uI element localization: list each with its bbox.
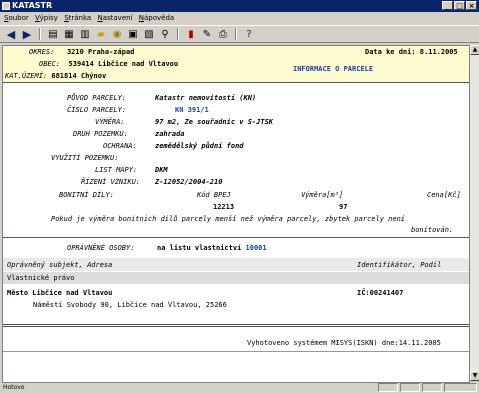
divider-bottom-2 <box>3 326 469 327</box>
bonity-col-cena: Cena[Kč] <box>427 191 461 199</box>
document-title: INFORMACE O PARCELE <box>293 65 374 73</box>
back-arrow-icon[interactable]: ◀ <box>4 27 18 41</box>
bonity-bpej-value: 12213 <box>213 203 235 211</box>
database-icon[interactable]: ◉ <box>110 27 124 41</box>
cislo-label: ČÍSLO PARCELY: <box>67 106 127 114</box>
bonity-note: Pokud je výměra bonitních dílů parcely m… <box>51 215 406 223</box>
forward-arrow-icon[interactable]: ▶ <box>20 27 34 41</box>
okres-label: OKRES: <box>29 48 55 56</box>
obec-value: 539414 Libčice nad Vltavou <box>68 60 179 68</box>
page-icon[interactable]: ▤ <box>46 27 60 41</box>
date-label: Data ke dni: <box>365 48 416 56</box>
minimize-button[interactable]: _ <box>442 1 453 10</box>
menu-stranka[interactable]: Stránka <box>64 12 91 24</box>
help-icon[interactable]: ? <box>242 27 256 41</box>
find-icon[interactable]: ⚲ <box>158 27 172 41</box>
bonity-col-vymera: Výměra[m²] <box>301 191 344 199</box>
menu-soubor[interactable]: Soubor <box>4 12 29 24</box>
lv-link[interactable]: 10001 <box>246 244 267 252</box>
vymera-label: VÝMĚRA: <box>95 118 125 126</box>
menu-nastaveni[interactable]: Nastavení <box>97 12 132 24</box>
divider-bottom <box>3 324 469 325</box>
status-bar: Hotovo <box>0 382 479 393</box>
toolbar: ◀ ▶ ▤ ▦ ▥ ▰ ◉ ▣ ▧ ⚲ ▮ ✎ ⎙ ? <box>0 25 479 43</box>
divider <box>3 237 469 238</box>
maximize-button[interactable]: □ <box>454 1 465 10</box>
chart-icon[interactable]: ▮ <box>184 27 198 41</box>
section-label: Vlastnické právo <box>7 274 75 282</box>
status-panel-3 <box>422 383 442 392</box>
druh-label: DRUH POZEMKU: <box>73 130 128 138</box>
owner-ic: IČ:00241407 <box>357 289 404 297</box>
status-panel-4 <box>444 383 477 392</box>
report-icon[interactable]: ▦ <box>62 27 76 41</box>
title-bar: KATASTR _ □ × <box>0 0 479 12</box>
rizeni-label: ŘÍZENÍ VZNIKU: <box>81 178 141 186</box>
scroll-up-icon[interactable]: ▲ <box>470 45 479 55</box>
vertical-scrollbar[interactable]: ▲ ▼ <box>469 45 479 381</box>
settings-icon[interactable]: ✎ <box>200 27 214 41</box>
document-icon[interactable]: ▥ <box>78 27 92 41</box>
export-icon[interactable]: ▧ <box>142 27 156 41</box>
bonity-note-end: bonitován. <box>411 226 454 234</box>
ochrana-label: OCHRANA: <box>103 142 137 150</box>
date-value: 8.11.2005 <box>419 48 458 56</box>
layers-icon[interactable]: ▣ <box>126 27 140 41</box>
generated-by: Vyhotoveno systémem MISYS(ISKN) dne:14.1… <box>247 339 441 347</box>
status-panel-2 <box>400 383 420 392</box>
druh-value: zahrada <box>155 130 185 138</box>
list-label: LIST MAPY: <box>95 166 138 174</box>
vymera-value: 97 m2, Ze souřadnic v S-JTSK <box>155 118 274 126</box>
col-ident: Identifikátor, Podíl <box>357 261 442 269</box>
print-icon[interactable]: ⎙ <box>216 27 230 41</box>
cislo-value[interactable]: KN 391/1 <box>175 106 209 114</box>
status-panel-1 <box>378 383 398 392</box>
menu-napoveda[interactable]: Nápověda <box>139 12 174 24</box>
close-button[interactable]: × <box>466 1 477 10</box>
owner-address: Náměstí Svobody 90, Libčice nad Vltavou,… <box>33 301 227 309</box>
folder-icon[interactable]: ▰ <box>94 27 108 41</box>
ku-value: 681814 Chýnov <box>51 72 107 80</box>
menu-vypisy[interactable]: Výpisy <box>35 12 58 24</box>
rizeni-value: Z-12052/2004-210 <box>155 178 223 186</box>
opravnene-label: OPRÁVNĚNÉ OSOBY: <box>67 244 135 252</box>
bonity-col-bpej: Kód BPEJ <box>197 191 231 199</box>
bonity-label: BONITNÍ DÍLY: <box>59 191 114 199</box>
bonity-vymera-value: 97 <box>339 203 348 211</box>
scroll-down-icon[interactable]: ▼ <box>470 371 479 381</box>
puvod-value: Katastr nemovitostí (KN) <box>155 94 257 102</box>
lv-prefix: na listu vlastnictví <box>157 244 242 252</box>
obec-label: OBEC: <box>39 60 61 68</box>
puvod-label: PŮVOD PARCELY: <box>67 94 127 102</box>
document-view[interactable]: OKRES: 3210 Praha-západ Data ke dni: 8.1… <box>2 45 470 383</box>
menu-bar: Soubor Výpisy Stránka Nastavení Nápověda <box>0 12 479 24</box>
vyuziti-label: VYUŽITÍ POZEMKU: <box>51 154 119 162</box>
app-icon <box>2 2 10 10</box>
status-text: Hotovo <box>3 384 25 391</box>
ku-label: KAT.ÚZEMÍ: <box>5 72 48 80</box>
footer-line <box>3 351 469 352</box>
window-title: KATASTR <box>12 1 53 10</box>
col-subject: Oprávněný subjekt, Adresa <box>7 261 113 269</box>
list-value: DKM <box>155 166 168 174</box>
ochrana-value: zemědělský půdní fond <box>155 142 244 150</box>
okres-value: 3210 Praha-západ <box>66 48 135 56</box>
owner-name: Město Libčice nad Vltavou <box>7 289 113 297</box>
